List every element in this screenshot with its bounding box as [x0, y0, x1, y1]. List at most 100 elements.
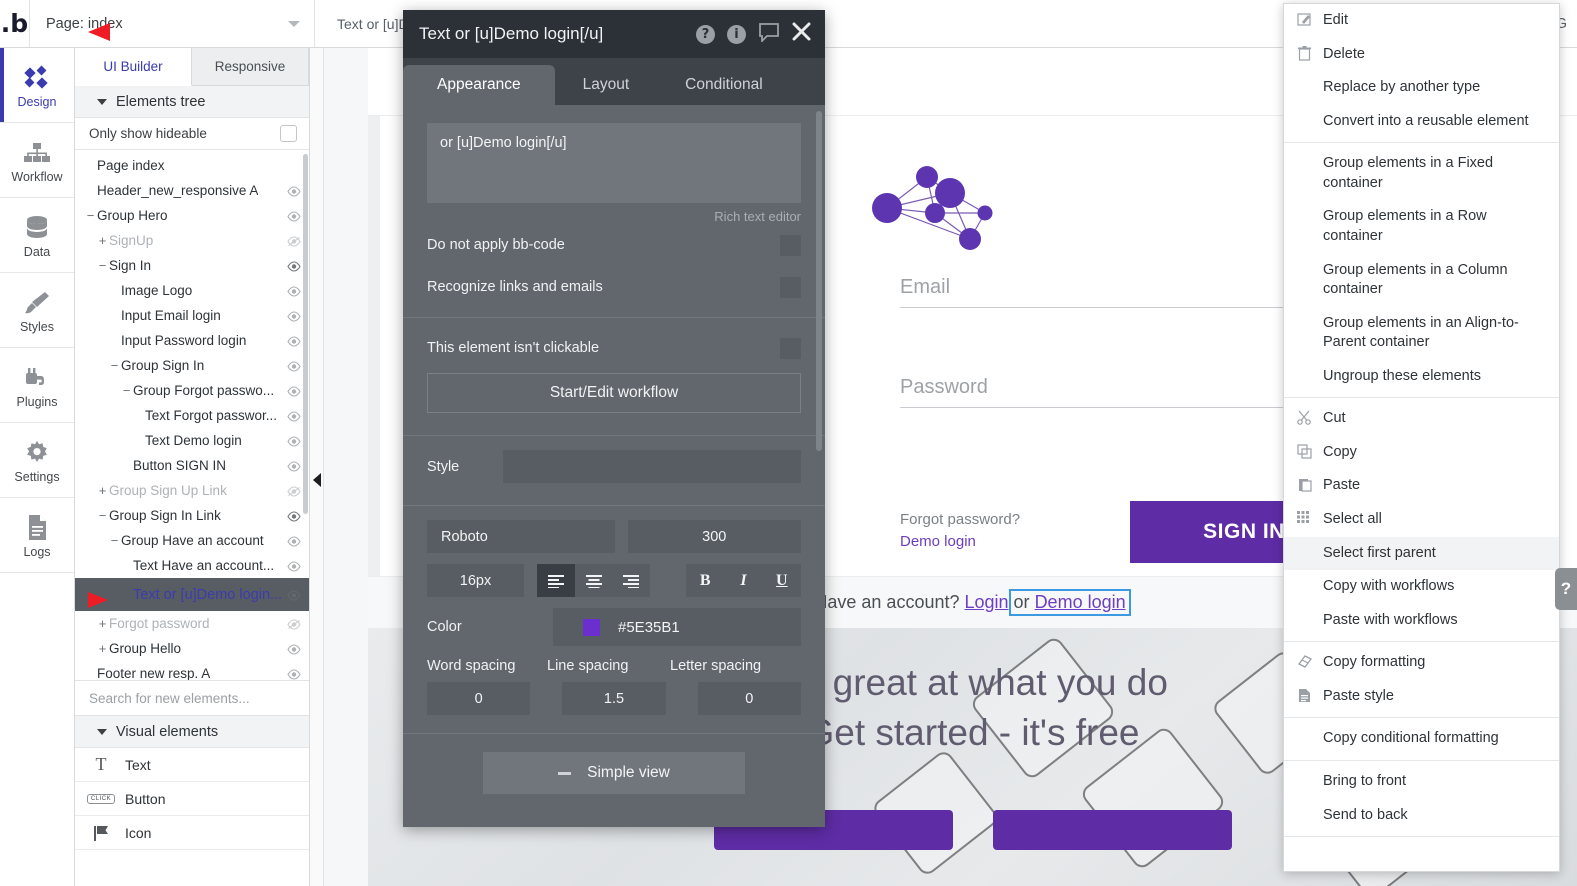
tree-node[interactable]: − Sign In [75, 253, 309, 278]
tree-node[interactable]: − Group Hero [75, 203, 309, 228]
comment-icon[interactable] [758, 22, 780, 47]
help-tab-button[interactable]: ? [1555, 568, 1577, 610]
menu-item[interactable]: Copy [1284, 436, 1559, 470]
tree-node[interactable]: Text Demo login [75, 428, 309, 453]
menu-item[interactable]: Ungroup these elements [1284, 360, 1559, 394]
eye-icon[interactable] [287, 260, 301, 272]
not-clickable-checkbox[interactable] [780, 337, 801, 359]
rich-text-input[interactable]: or [u]Demo login[/u] [427, 123, 801, 203]
demo-login-link[interactable]: Demo login [900, 533, 1020, 550]
rail-item-plugins[interactable]: Plugins [0, 348, 74, 423]
menu-item[interactable]: Replace by another type [1284, 71, 1559, 105]
eye-icon[interactable] [287, 435, 301, 447]
eye-icon[interactable] [287, 185, 301, 197]
underline-button[interactable]: U [762, 564, 801, 597]
align-left-icon[interactable] [537, 564, 575, 597]
menu-item[interactable]: Group elements in an Align-to-Parent con… [1284, 307, 1559, 360]
rail-item-styles[interactable]: Styles [0, 273, 74, 348]
eye-icon[interactable] [287, 668, 301, 680]
tree-node[interactable]: Text Have an account... [75, 553, 309, 578]
tree-node[interactable]: − Group Forgot passwo... [75, 378, 309, 403]
tree-node[interactable]: + SignUp [75, 228, 309, 253]
palette-item-text[interactable]: T Text [75, 748, 309, 782]
menu-item[interactable]: Send to back [1284, 799, 1559, 833]
eye-icon[interactable] [287, 210, 301, 222]
menu-item[interactable]: Copy with workflows [1284, 570, 1559, 604]
recognize-links-row[interactable]: Recognize links and emails [403, 266, 825, 308]
tree-node[interactable]: − Group Sign In Link [75, 503, 309, 528]
rail-item-settings[interactable]: Settings [0, 423, 74, 498]
eye-icon[interactable] [287, 460, 301, 472]
login-link[interactable]: Login [965, 592, 1009, 612]
align-right-icon[interactable] [612, 564, 651, 597]
tree-node[interactable]: + Group Sign Up Link [75, 478, 309, 503]
menu-item[interactable]: Edit [1284, 4, 1559, 38]
tree-node[interactable]: + Group Hello [75, 636, 309, 661]
tree-node[interactable]: Page index [75, 153, 309, 178]
eye-icon[interactable] [287, 285, 301, 297]
app-logo[interactable]: .b [0, 0, 30, 47]
rail-item-data[interactable]: Data [0, 198, 74, 273]
menu-item[interactable]: Group elements in a Row container [1284, 200, 1559, 253]
expand-toggle-icon[interactable]: + [97, 641, 108, 656]
tree-node[interactable]: − Group Sign In [75, 353, 309, 378]
menu-item[interactable]: Copy conditional formatting [1284, 722, 1559, 756]
tab-ui-builder[interactable]: UI Builder [75, 48, 192, 86]
align-center-icon[interactable] [574, 564, 613, 597]
cta-button-secondary[interactable] [992, 810, 1232, 850]
eye-off-icon[interactable] [287, 235, 301, 247]
tree-node[interactable]: Image Logo [75, 278, 309, 303]
menu-item[interactable]: Bring to front [1284, 765, 1559, 799]
tab-responsive[interactable]: Responsive [192, 48, 309, 86]
panel-collapse-handle[interactable] [310, 48, 324, 886]
help-icon[interactable]: ? [696, 24, 715, 44]
tree-node[interactable]: Input Email login [75, 303, 309, 328]
tree-node[interactable]: Input Password login [75, 328, 309, 353]
eye-icon[interactable] [287, 560, 301, 572]
search-new-elements-input[interactable]: Search for new elements... [75, 680, 309, 716]
only-show-hideable-row[interactable]: Only show hideable [75, 118, 309, 150]
dialog-scrollbar[interactable] [816, 111, 822, 451]
elements-tree-header[interactable]: Elements tree [75, 86, 309, 118]
info-icon[interactable]: i [727, 24, 746, 44]
visual-elements-header[interactable]: Visual elements [75, 716, 309, 748]
tree-node[interactable]: Header_new_responsive A [75, 178, 309, 203]
do-not-apply-bbcode-checkbox[interactable] [780, 234, 801, 256]
rail-item-design[interactable]: Design [0, 48, 74, 123]
tab-appearance[interactable]: Appearance [403, 65, 555, 105]
not-clickable-row[interactable]: This element isn't clickable [403, 327, 825, 369]
tab-conditional[interactable]: Conditional [657, 65, 791, 105]
menu-item[interactable]: Select first parent [1284, 536, 1559, 571]
eye-icon[interactable] [287, 360, 301, 372]
tree-node[interactable]: Button SIGN IN [75, 453, 309, 478]
rail-item-workflow[interactable]: Workflow [0, 123, 74, 198]
menu-item[interactable]: Paste with workflows [1284, 604, 1559, 638]
rich-text-editor-link[interactable]: Rich text editor [403, 209, 801, 224]
recognize-links-checkbox[interactable] [780, 276, 801, 298]
eye-icon[interactable] [287, 510, 301, 522]
eye-off-icon[interactable] [287, 618, 301, 630]
collapse-toggle-icon[interactable]: − [109, 533, 120, 548]
selected-demo-login-element[interactable]: or Demo login [1008, 589, 1131, 616]
eye-icon[interactable] [287, 535, 301, 547]
demo-login-link-footer[interactable]: Demo login [1035, 592, 1126, 612]
collapse-toggle-icon[interactable]: − [109, 358, 120, 373]
word-spacing-select[interactable]: 0 [427, 682, 531, 715]
menu-item[interactable]: Copy formatting [1284, 646, 1559, 680]
letter-spacing-select[interactable]: 0 [697, 682, 801, 715]
collapse-toggle-icon[interactable]: − [85, 208, 96, 223]
font-weight-select[interactable]: 300 [627, 520, 801, 553]
expand-toggle-icon[interactable]: + [97, 616, 108, 631]
eye-icon[interactable] [287, 589, 301, 601]
font-size-select[interactable]: 16px [427, 564, 524, 597]
eye-icon[interactable] [287, 335, 301, 347]
style-select[interactable] [503, 450, 801, 483]
simple-view-button[interactable]: Simple view [483, 752, 745, 794]
only-show-hideable-checkbox[interactable] [280, 125, 297, 142]
eye-icon[interactable] [287, 385, 301, 397]
start-edit-workflow-button[interactable]: Start/Edit workflow [427, 373, 801, 413]
eye-icon[interactable] [287, 643, 301, 655]
tree-node[interactable]: Text or [u]Demo login... [75, 578, 309, 611]
eye-icon[interactable] [287, 310, 301, 322]
expand-toggle-icon[interactable]: + [97, 233, 108, 248]
